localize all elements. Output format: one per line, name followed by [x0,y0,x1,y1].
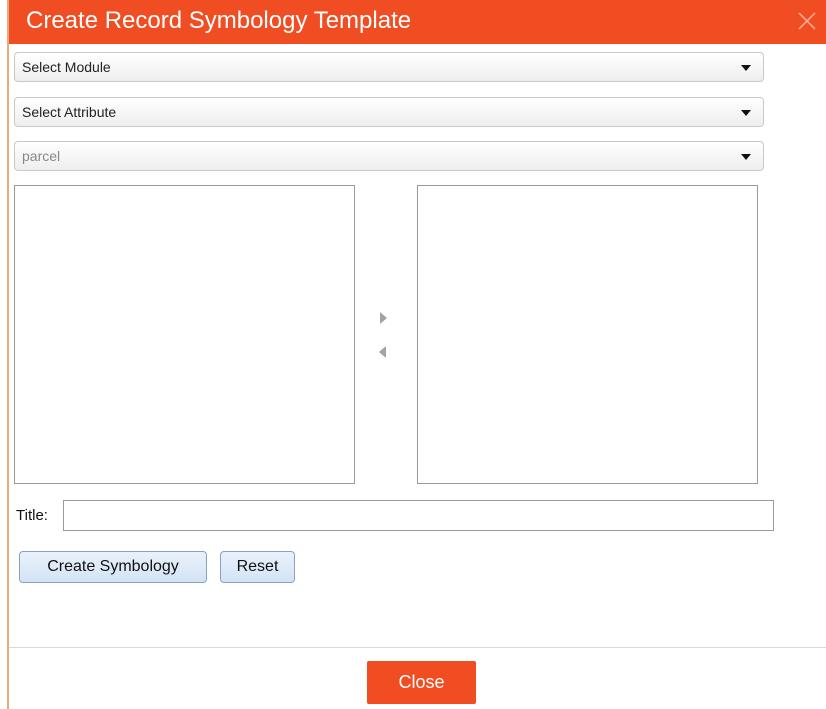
layer-value: parcel [22,148,61,164]
arrow-right-icon[interactable] [376,310,390,326]
title-field-label: Title: [16,507,48,524]
create-symbology-button[interactable]: Create Symbology [19,551,207,583]
chevron-down-icon [741,110,751,116]
title-input[interactable] [63,500,774,531]
footer-divider [9,647,826,648]
create-symbology-dialog: Create Record Symbology Template Select … [0,0,826,709]
select-module-dropdown[interactable]: Select Module [14,52,764,82]
available-items-list[interactable] [14,185,355,484]
selected-items-list[interactable] [417,185,758,484]
chevron-down-icon [741,65,751,71]
chevron-down-icon [741,154,751,160]
dialog-left-edge [0,0,9,709]
select-module-value: Select Module [22,59,111,75]
reset-button[interactable]: Reset [220,551,295,583]
close-button[interactable]: Close [367,661,476,704]
dialog-title: Create Record Symbology Template [26,7,412,34]
layer-dropdown[interactable]: parcel [14,141,764,171]
close-icon[interactable] [796,10,818,32]
dialog-titlebar: Create Record Symbology Template [9,0,826,44]
select-attribute-dropdown[interactable]: Select Attribute [14,97,764,127]
select-attribute-value: Select Attribute [22,104,117,120]
arrow-left-icon[interactable] [376,344,390,360]
